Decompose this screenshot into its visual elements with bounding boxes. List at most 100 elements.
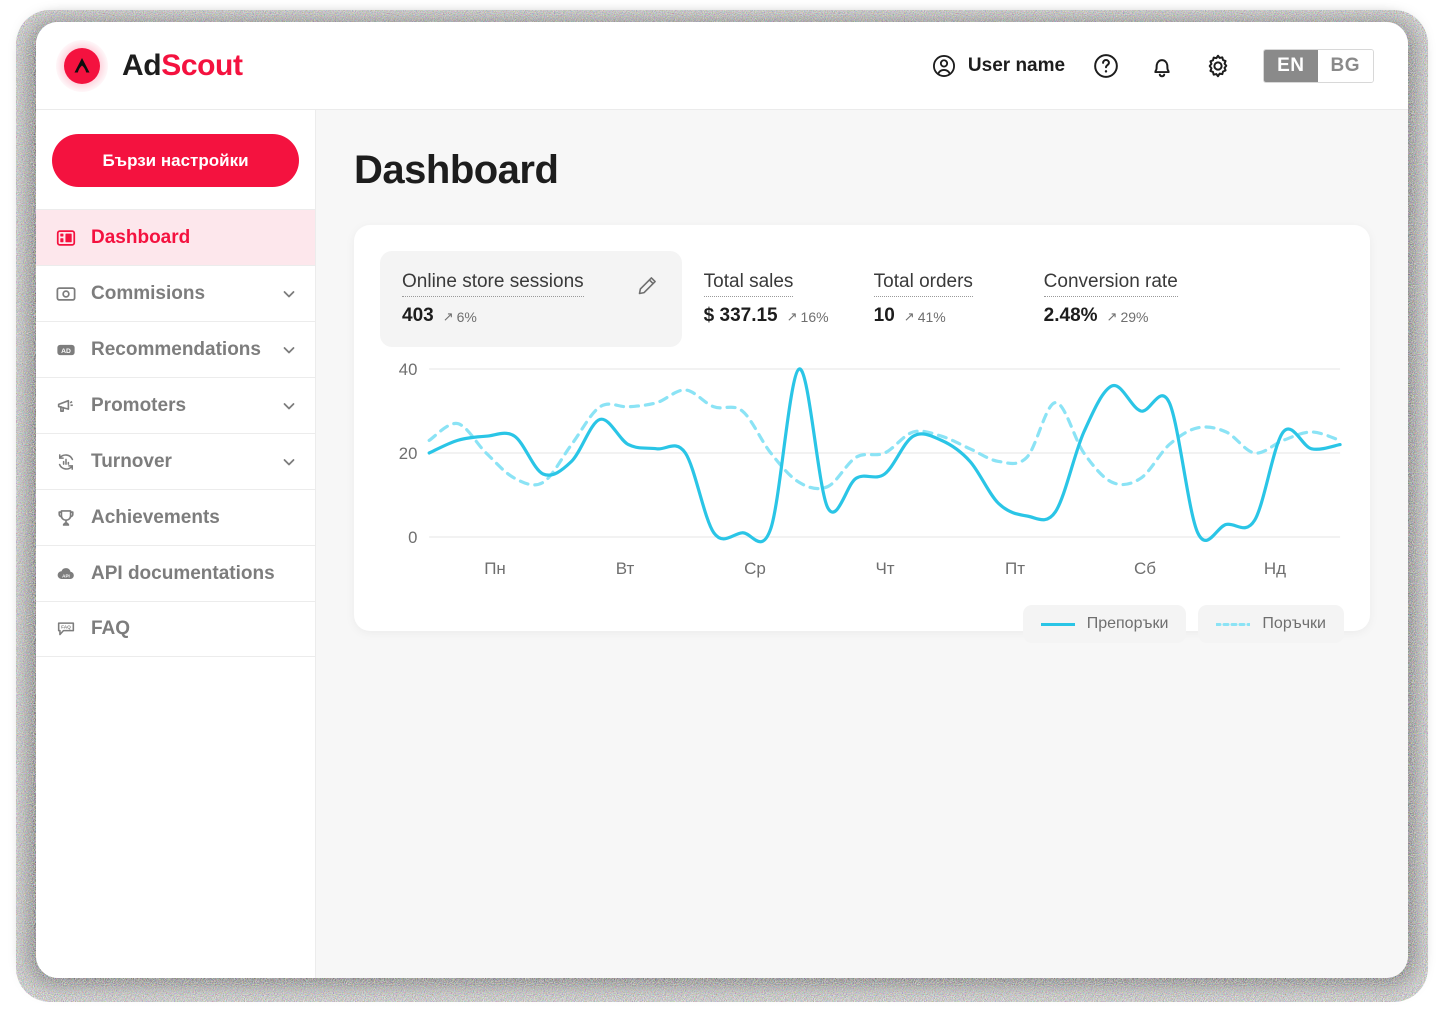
chart-x-tick-label: Пн xyxy=(484,559,506,578)
edit-metric-button[interactable] xyxy=(634,273,660,299)
metric-value: 2.48% xyxy=(1043,305,1098,326)
logo-circle xyxy=(64,47,100,84)
metric-label: Conversion rate xyxy=(1043,271,1178,297)
trend-up-arrow-icon: ↗ xyxy=(1106,309,1118,324)
line-chart-svg: 0 20 40 xyxy=(399,361,1344,547)
metric-delta-value: 16% xyxy=(800,308,829,325)
quick-settings-wrap: Бързи настройки xyxy=(36,110,315,209)
metric-delta-value: 41% xyxy=(917,308,946,325)
svg-text:API: API xyxy=(62,573,70,578)
sidebar-item-recommendations[interactable]: AD Recommendations xyxy=(36,321,315,377)
brand-logo[interactable]: AdScout xyxy=(56,39,243,92)
metrics-row: Online store sessions 403 ↗ 6% Total sal… xyxy=(380,251,1344,347)
legend-item-orders[interactable]: Поръчки xyxy=(1198,605,1344,643)
chart-x-tick-label: Пт xyxy=(1004,559,1025,578)
chevron-down-icon[interactable] xyxy=(281,342,297,358)
gear-icon xyxy=(1208,54,1228,77)
main-content: Dashboard Online store sessions 403 ↗ 6% xyxy=(316,110,1408,978)
metric-label: Online store sessions xyxy=(402,271,584,297)
api-cloud-icon: API xyxy=(54,562,78,586)
metric-delta-value: 6% xyxy=(456,308,477,325)
svg-text:AD: AD xyxy=(61,347,71,354)
legend-label: Поръчки xyxy=(1262,615,1326,632)
metric-value: 10 xyxy=(873,305,895,326)
user-menu[interactable]: User name xyxy=(931,53,1065,79)
legend-dashed-line-icon xyxy=(1216,622,1251,626)
sidebar-item-commisions[interactable]: Commisions xyxy=(36,265,315,321)
pencil-icon xyxy=(638,277,656,295)
chart-series-line xyxy=(429,369,1340,542)
chart: 0 20 40 Пн Вт Ср Чт Пт Сб Нд xyxy=(380,361,1344,579)
refresh-chart-icon xyxy=(54,450,78,474)
sidebar-item-label: Commisions xyxy=(91,282,206,304)
page-title: Dashboard xyxy=(354,148,559,192)
sidebar-item-promoters[interactable]: Promoters xyxy=(36,377,315,433)
metric-value-row: 403 ↗ 6% xyxy=(402,305,584,327)
metric-texts: Total orders 10 ↗ 41% xyxy=(873,271,1000,327)
metric-label: Total sales xyxy=(703,271,794,297)
sidebar-item-faq[interactable]: FAQ FAQ xyxy=(36,601,315,657)
metric-delta-value: 29% xyxy=(1120,308,1149,325)
brand-scout-text: Scout xyxy=(161,48,243,82)
metric-texts: Online store sessions 403 ↗ 6% xyxy=(402,271,584,327)
chart-x-tick-label: Нд xyxy=(1263,559,1287,578)
metric-total-orders[interactable]: Total orders 10 ↗ 41% xyxy=(852,251,1022,347)
banknote-icon xyxy=(54,282,78,306)
chevron-down-icon[interactable] xyxy=(281,286,297,302)
metric-total-sales[interactable]: Total sales $ 337.15 ↗ 16% xyxy=(682,251,852,347)
metric-conversion-rate[interactable]: Conversion rate 2.48% ↗ 29% xyxy=(1022,251,1200,347)
dashboard-icon xyxy=(54,226,78,250)
help-button[interactable] xyxy=(1091,51,1121,81)
trend-up-arrow-icon: ↗ xyxy=(903,309,915,324)
bell-icon xyxy=(1154,58,1170,77)
trophy-icon xyxy=(54,506,78,530)
app-window: AdScout User name EN BG Бързи настройки … xyxy=(36,22,1408,978)
metric-delta: ↗ 41% xyxy=(904,309,946,325)
trend-up-arrow-icon: ↗ xyxy=(442,309,454,324)
legend-solid-line-icon xyxy=(1040,622,1075,626)
sidebar-item-turnover[interactable]: Turnover xyxy=(36,433,315,489)
language-option-en[interactable]: EN xyxy=(1264,49,1318,82)
metric-delta: ↗ 29% xyxy=(1107,309,1149,325)
svg-text:FAQ: FAQ xyxy=(61,625,71,631)
chart-x-tick-label: Вт xyxy=(615,559,635,578)
chart-x-tick-label: Чт xyxy=(875,559,895,578)
sidebar-item-achievements[interactable]: Achievements xyxy=(36,489,315,545)
metric-value-row: $ 337.15 ↗ 16% xyxy=(704,305,830,327)
settings-button[interactable] xyxy=(1203,51,1233,81)
metric-delta: ↗ 16% xyxy=(787,309,829,325)
chart-y-tick-label: 40 xyxy=(399,361,418,379)
metric-online-store-sessions[interactable]: Online store sessions 403 ↗ 6% xyxy=(380,251,682,347)
metric-texts: Total sales $ 337.15 ↗ 16% xyxy=(703,271,830,327)
app-body: Бързи настройки Dashboard Commisions AD … xyxy=(36,110,1408,978)
sidebar-item-label: FAQ xyxy=(91,618,131,639)
metric-value-row: 10 ↗ 41% xyxy=(874,305,1000,327)
header-actions: User name EN BG xyxy=(931,48,1374,83)
brand-text: AdScout xyxy=(122,49,243,83)
metric-value-row: 2.48% ↗ 29% xyxy=(1044,305,1178,327)
legend-item-recommendations[interactable]: Препоръки xyxy=(1022,605,1187,643)
megaphone-icon xyxy=(54,394,78,418)
user-name-label: User name xyxy=(967,54,1066,76)
app-header: AdScout User name EN BG xyxy=(36,22,1408,110)
sidebar-item-api-documentations[interactable]: API API documentations xyxy=(36,545,315,601)
language-toggle[interactable]: EN BG xyxy=(1263,48,1374,83)
metric-value: $ 337.15 xyxy=(703,305,778,326)
metric-value: 403 xyxy=(402,305,434,326)
chart-x-tick-label: Ср xyxy=(744,559,766,578)
chart-y-tick-label: 0 xyxy=(408,528,417,547)
trend-up-arrow-icon: ↗ xyxy=(786,309,798,324)
chevron-down-icon[interactable] xyxy=(281,454,297,470)
brand-ad-text: Ad xyxy=(122,48,162,82)
metric-delta: ↗ 6% xyxy=(443,309,477,325)
sidebar-item-label: Achievements xyxy=(91,506,220,528)
quick-settings-button[interactable]: Бързи настройки xyxy=(52,134,299,187)
chevron-down-icon[interactable] xyxy=(281,398,297,414)
chart-x-axis-labels: Пн Вт Ср Чт Пт Сб Нд xyxy=(430,559,1340,579)
sidebar-item-dashboard[interactable]: Dashboard xyxy=(36,209,315,265)
logo-mark xyxy=(56,39,108,92)
notifications-button[interactable] xyxy=(1147,51,1177,81)
ad-badge-icon: AD xyxy=(54,338,78,362)
sidebar-item-label: Dashboard xyxy=(91,226,191,248)
language-option-bg[interactable]: BG xyxy=(1317,49,1373,82)
